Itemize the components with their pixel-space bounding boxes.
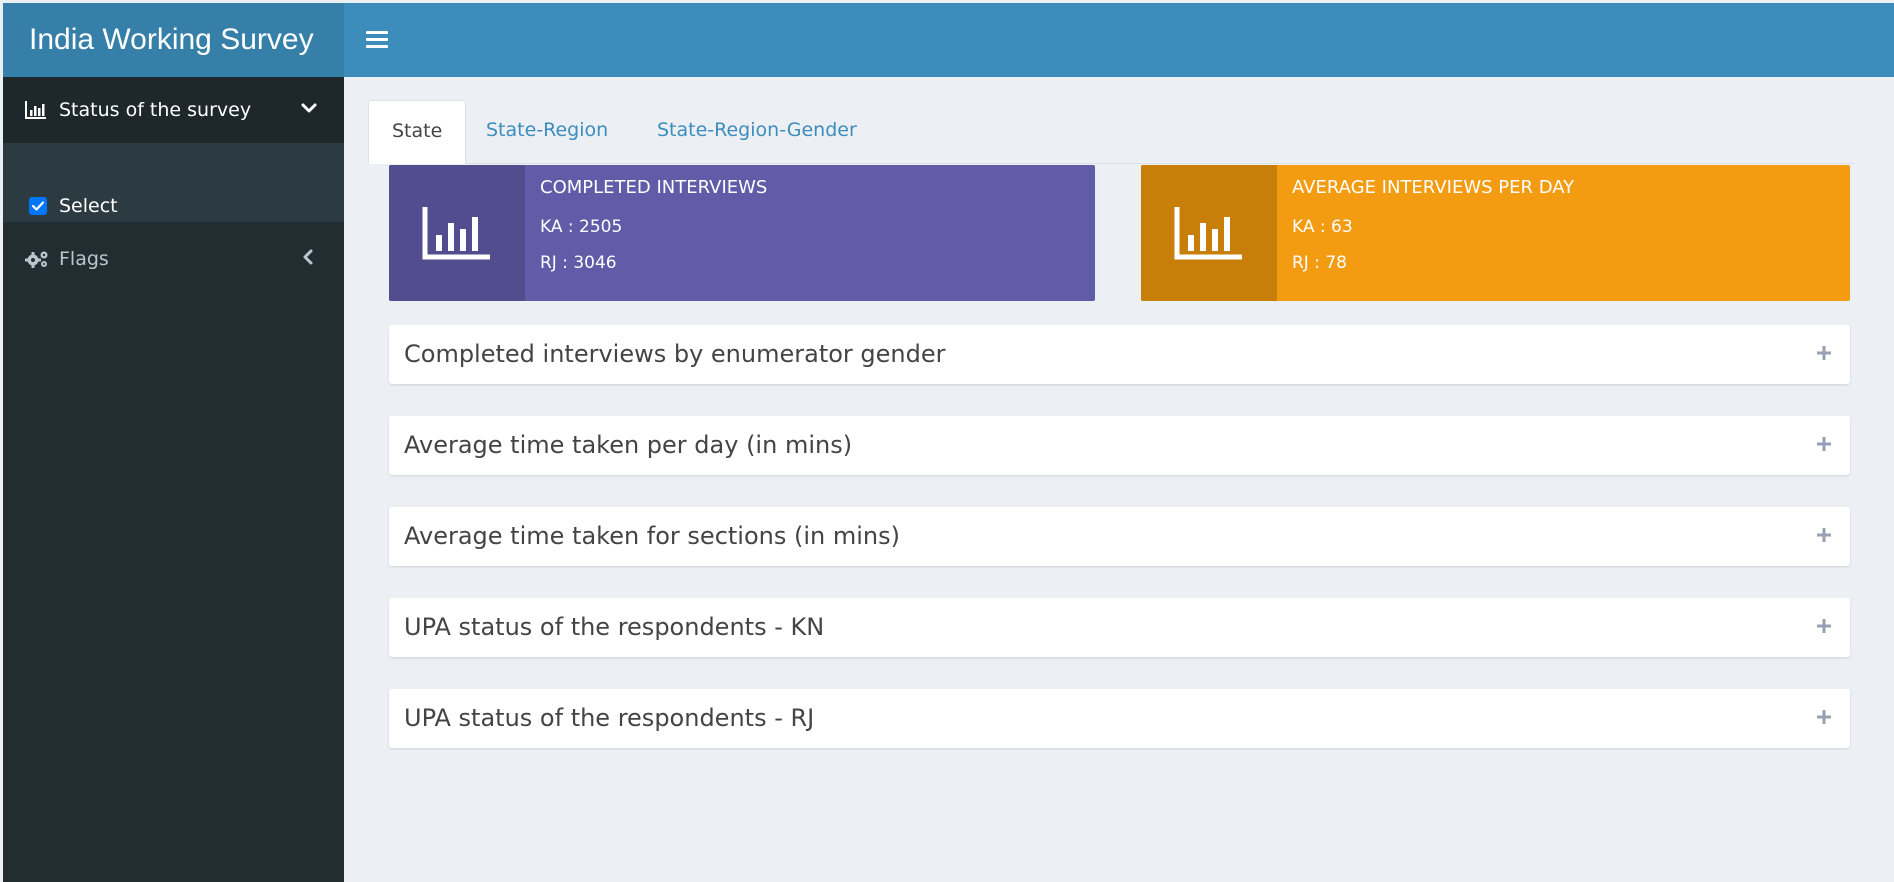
plus-icon[interactable] — [1816, 709, 1832, 725]
sidebar-item-status-of-the-survey[interactable]: Status of the survey — [3, 77, 344, 143]
tab-bar: State State-Region State-Region-Gender — [368, 100, 1854, 164]
plus-icon[interactable] — [1816, 345, 1832, 361]
tab-state-region-gender[interactable]: State-Region-Gender — [634, 100, 880, 164]
sidebar: Status of the survey Select Flags — [3, 77, 344, 882]
select-checkbox-row[interactable]: Select — [29, 195, 118, 217]
completed-interviews-infobox: Completed interviews KA : 2505 RJ : 3046 — [389, 165, 1095, 301]
box-upa-status-kn[interactable]: UPA status of the respondents - KN — [389, 597, 1850, 657]
box-average-time-per-day[interactable]: Average time taken per day (in mins) — [389, 415, 1850, 475]
infobox-value-rj: RJ : 78 — [1292, 253, 1347, 273]
box-title: UPA status of the respondents - RJ — [404, 704, 815, 732]
plus-icon[interactable] — [1816, 527, 1832, 543]
sidebar-toggle-icon[interactable] — [366, 28, 388, 52]
bar-chart-icon — [389, 165, 525, 301]
app-frame: India Working Survey Status of the surve… — [3, 3, 1894, 882]
bar-chart-icon — [1141, 165, 1277, 301]
tab-state[interactable]: State — [368, 100, 467, 164]
main-content: State State-Region State-Region-Gender C… — [344, 77, 1894, 882]
sidebar-submenu: Select — [3, 143, 344, 222]
infobox-title: Average interviews per day — [1292, 177, 1575, 198]
box-title: Completed interviews by enumerator gende… — [404, 340, 946, 368]
infobox-value-rj: RJ : 3046 — [540, 253, 617, 273]
infobox-title: Completed interviews — [540, 177, 768, 198]
tab-state-region[interactable]: State-Region — [463, 100, 631, 164]
box-completed-interviews-by-gender[interactable]: Completed interviews by enumerator gende… — [389, 324, 1850, 384]
sidebar-item-label: Flags — [59, 248, 109, 270]
box-upa-status-rj[interactable]: UPA status of the respondents - RJ — [389, 688, 1850, 748]
box-title: Average time taken for sections (in mins… — [404, 522, 900, 550]
sidebar-item-flags[interactable]: Flags — [3, 226, 344, 292]
box-average-time-for-sections[interactable]: Average time taken for sections (in mins… — [389, 506, 1850, 566]
box-title: UPA status of the respondents - KN — [404, 613, 825, 641]
chevron-left-icon — [300, 248, 318, 266]
sidebar-item-label: Status of the survey — [59, 99, 252, 121]
plus-icon[interactable] — [1816, 618, 1832, 634]
select-checkbox-label: Select — [59, 195, 118, 217]
top-navbar — [344, 3, 1894, 77]
average-interviews-infobox: Average interviews per day KA : 63 RJ : … — [1141, 165, 1850, 301]
infobox-content: Average interviews per day KA : 63 RJ : … — [1292, 177, 1574, 275]
select-checkbox[interactable] — [29, 197, 47, 215]
infobox-value-ka: KA : 2505 — [540, 217, 623, 237]
box-title: Average time taken per day (in mins) — [404, 431, 853, 459]
bar-chart-icon — [25, 100, 47, 120]
plus-icon[interactable] — [1816, 436, 1832, 452]
chevron-down-icon — [300, 99, 318, 117]
app-title[interactable]: India Working Survey — [3, 3, 344, 77]
infobox-value-ka: KA : 63 — [1292, 217, 1353, 237]
gears-icon — [25, 249, 48, 269]
infobox-content: Completed interviews KA : 2505 RJ : 3046 — [540, 177, 767, 275]
